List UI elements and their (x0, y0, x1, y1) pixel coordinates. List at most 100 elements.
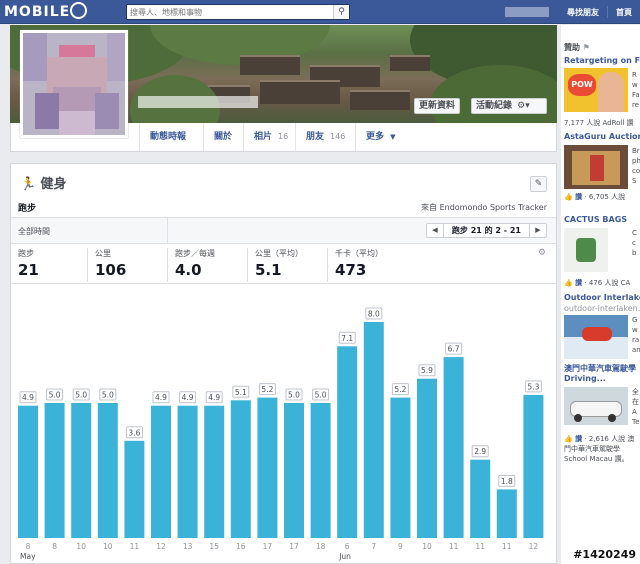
x-tick-label: 12 (529, 542, 539, 551)
data-label: 5.2 (261, 385, 273, 394)
x-tick-label: 10 (76, 542, 86, 551)
data-label: 4.9 (182, 393, 194, 402)
bar[interactable] (390, 397, 411, 538)
period-all-time[interactable]: 全部時間 (18, 226, 50, 237)
ad-text: Gw ra an (632, 316, 640, 354)
data-label: 8.0 (368, 310, 380, 319)
x-tick-label: 18 (316, 542, 326, 551)
bar[interactable] (97, 403, 118, 538)
profile-link-blurred[interactable] (505, 7, 549, 17)
tab-label: 關於 (214, 132, 233, 142)
bar[interactable] (470, 459, 491, 538)
gear-icon[interactable]: ⚙ (538, 248, 546, 258)
find-friends-link[interactable]: 尋找朋友 (567, 7, 599, 18)
x-tick-label: 6 (345, 542, 350, 551)
stat-runs: 跑步 21 (11, 248, 87, 282)
like-thumb-icon: 👍 讚 (564, 193, 583, 201)
ad-image[interactable] (564, 387, 628, 425)
flag-icon: ⚑ (582, 43, 590, 52)
tab-photos[interactable]: 相片 16 (243, 123, 295, 151)
bar[interactable] (337, 346, 358, 538)
bar[interactable] (177, 405, 198, 538)
bar[interactable] (417, 378, 437, 538)
edit-pencil-icon[interactable]: ✎ (530, 176, 547, 192)
bar[interactable] (363, 322, 384, 538)
bar[interactable] (230, 400, 251, 538)
x-tick-label: 8 (52, 542, 57, 551)
bar[interactable] (18, 405, 38, 538)
ad-likes: 👍 讚 · 476 人說 CA (564, 279, 631, 287)
ad-likes: 7,177 人說 AdRoll 讚 (564, 119, 634, 127)
runner-icon: 🏃 (20, 177, 37, 192)
ad-text: Rw Fa re (632, 71, 640, 109)
search-icon[interactable]: ⚲ (333, 5, 349, 19)
stat-kcal-avg: 千卡（平均） 473 (327, 248, 417, 282)
bar[interactable] (71, 403, 92, 538)
bar[interactable] (204, 405, 225, 538)
profile-avatar[interactable] (20, 30, 128, 138)
tab-more[interactable]: 更多 ▼ (355, 123, 407, 151)
gear-dropdown-icon[interactable]: ⚙▾ (517, 101, 530, 111)
ad-url: outdoor-interlaken.ch (564, 304, 640, 313)
stat-value: 4.0 (175, 261, 202, 279)
x-tick-label: 11 (502, 542, 512, 551)
ad-image[interactable]: POW (564, 68, 628, 112)
bar[interactable] (257, 397, 278, 538)
stats-row: 跑步 21 公里 106 跑步／每週 4.0 公里（平均） 5.1 千卡（平均） 473 … (11, 244, 556, 284)
period-row: 全部時間 ◀ 跑步 21 的 2 - 21 ▶ (11, 218, 556, 244)
ad-title[interactable]: 澳門中華汽車駕駛學 (564, 363, 640, 374)
bar[interactable] (124, 440, 145, 538)
data-label: 5.0 (315, 391, 327, 400)
update-info-button[interactable]: 更新資料 (414, 98, 461, 114)
x-tick-label: 11 (475, 542, 485, 551)
bar[interactable] (310, 403, 331, 538)
data-label: 7.1 (341, 334, 353, 343)
tab-timeline[interactable]: 動態時報 (139, 123, 203, 151)
ad-likes: 👍 讚 · 6,705 人說 (564, 193, 626, 201)
ad-title[interactable]: AstaGuru Auction H (564, 132, 640, 141)
ad-title[interactable]: CACTUS BAGS (564, 215, 640, 224)
x-tick-label: 11 (449, 542, 459, 551)
bar[interactable] (443, 357, 464, 538)
fitness-title-text: 健身 (40, 177, 67, 192)
stat-runs-per-week: 跑步／每週 4.0 (167, 248, 247, 282)
profile-name-blurred (138, 96, 258, 108)
ad-title[interactable]: Outdoor Interlaken (564, 293, 640, 302)
prev-arrow-icon[interactable]: ◀ (427, 224, 443, 237)
search-input[interactable] (127, 5, 327, 19)
data-label: 6.7 (448, 345, 460, 354)
x-tick-label: 16 (236, 542, 246, 551)
bar[interactable] (496, 489, 517, 538)
ad-image[interactable] (564, 315, 628, 359)
ad-text: Ccb (632, 229, 637, 257)
fitness-title: 🏃 健身 (20, 173, 67, 192)
bar[interactable] (523, 394, 544, 538)
activity-log-button[interactable]: 活動紀錄 ⚙▾ (471, 98, 547, 114)
x-tick-label: 17 (263, 542, 273, 551)
watermark: #1420249 (573, 548, 636, 561)
tab-about[interactable]: 關於 (203, 123, 243, 151)
x-tick-label: 9 (398, 542, 403, 551)
bar[interactable] (151, 405, 171, 538)
data-label: 5.2 (394, 385, 406, 394)
home-link[interactable]: 首頁 (616, 7, 632, 18)
ad-image[interactable] (564, 228, 608, 272)
like-thumb-icon: 👍 讚 (564, 435, 583, 443)
next-arrow-icon[interactable]: ▶ (530, 224, 546, 237)
logo-text: MOBILE (4, 4, 71, 20)
x-tick-label: 13 (183, 542, 193, 551)
x-tick-label: 17 (289, 542, 299, 551)
ad-image[interactable] (564, 145, 628, 189)
like-thumb-icon: 👍 讚 (564, 279, 583, 287)
data-label: 4.9 (155, 393, 167, 402)
data-source[interactable]: 來自 Endomondo Sports Tracker (421, 202, 547, 213)
ad-text: 全在 A Te (632, 388, 640, 426)
tab-friends[interactable]: 朋友 146 (295, 123, 355, 151)
stat-label: 公里 (95, 249, 111, 258)
distance-bar-chart: 4.9 8 5.0 8 5.0 10 5.0 10 3.6 11 4.9 12 4.9 13 4.9 15 5.… (18, 307, 544, 561)
bar[interactable] (284, 403, 304, 538)
bar[interactable] (44, 403, 65, 538)
site-logo[interactable]: MOBILE (4, 1, 122, 21)
ad-title[interactable]: Retargeting on Fac (564, 56, 640, 65)
ad-subtitle[interactable]: Driving... (564, 374, 640, 383)
